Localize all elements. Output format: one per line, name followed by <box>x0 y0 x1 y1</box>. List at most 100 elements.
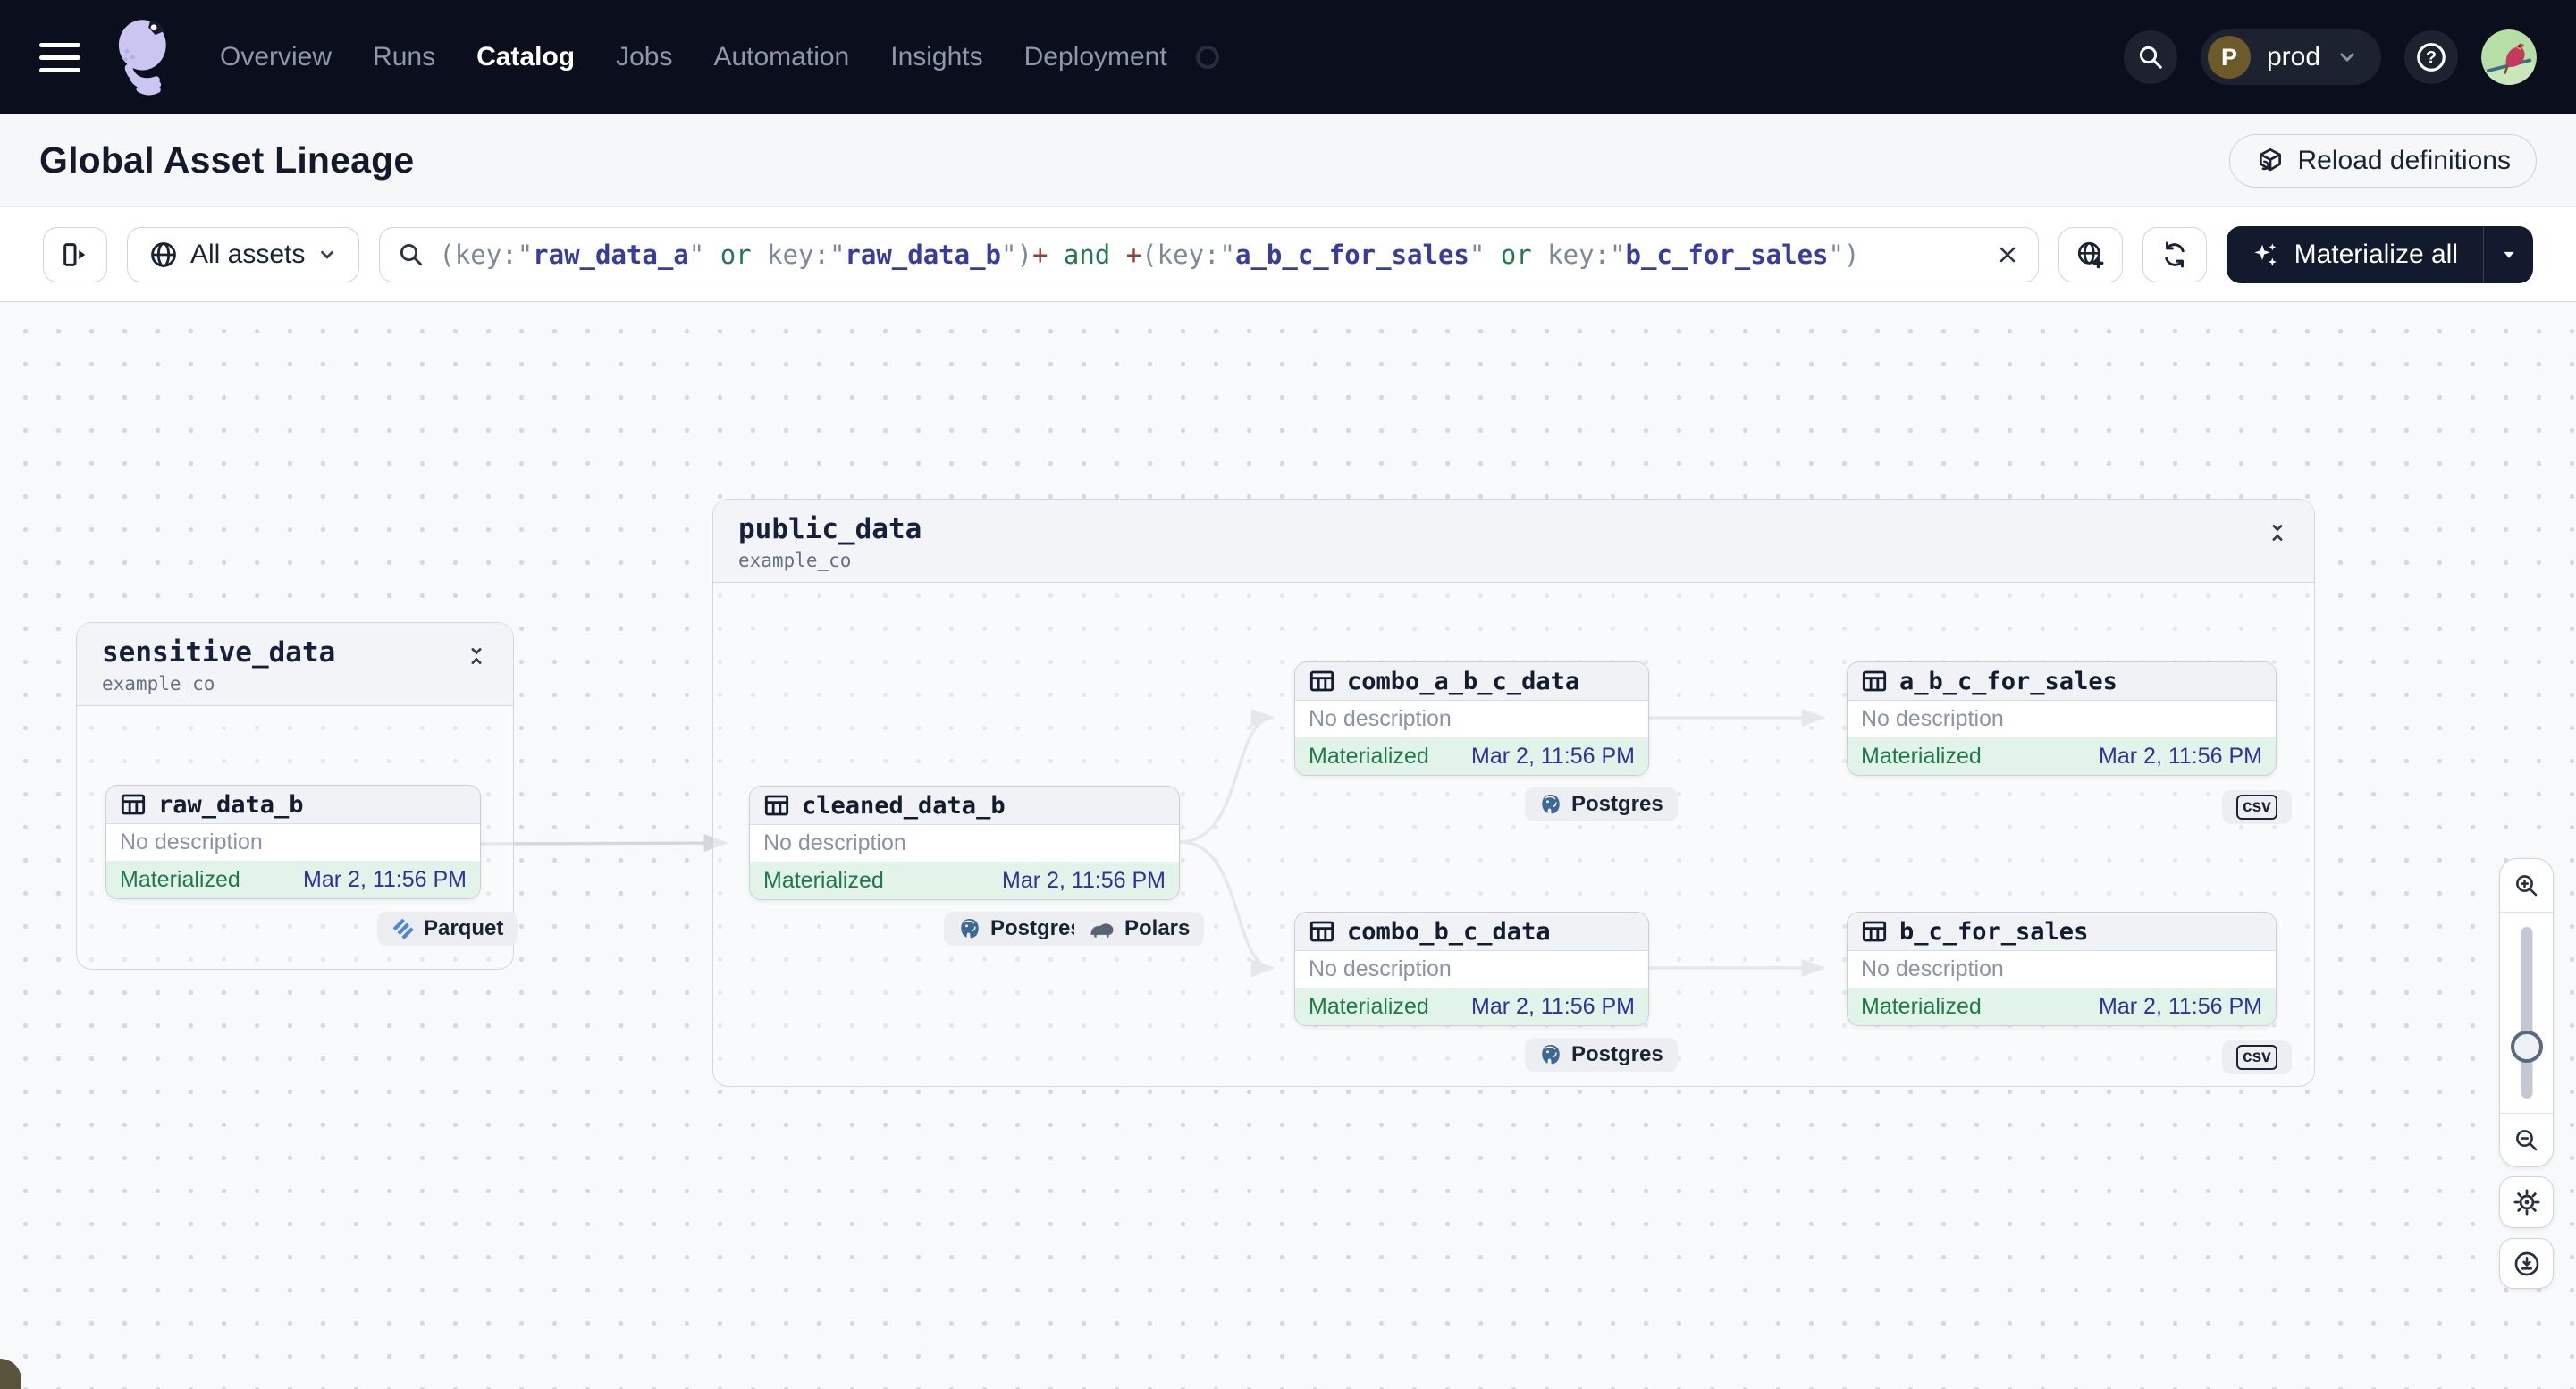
search-icon <box>2139 46 2162 69</box>
user-avatar[interactable] <box>2481 29 2537 85</box>
materialization-timestamp[interactable]: Mar 2, 11:56 PM <box>2099 744 2262 770</box>
csv-icon: csv <box>2236 1045 2277 1070</box>
sparkles-icon <box>2253 242 2277 266</box>
kind-badge-csv[interactable]: csv <box>2222 1040 2292 1074</box>
zoom-slider[interactable] <box>2500 913 2553 1113</box>
top-nav: Overview Runs Catalog Jobs Automation In… <box>0 0 2576 114</box>
globe-icon <box>151 241 176 267</box>
asset-node-raw-data-b[interactable]: raw_data_b No description Materialized Ma… <box>105 785 481 899</box>
asset-description: No description <box>106 824 480 861</box>
caret-down-icon <box>2503 251 2514 258</box>
zoom-out-icon <box>2515 1129 2537 1150</box>
reload-cube-icon <box>2259 147 2281 171</box>
status-badge: Materialized <box>763 867 884 893</box>
nav-item-jobs[interactable]: Jobs <box>616 42 672 72</box>
lineage-toolbar: All assets (key:"raw_data_a" or key:"raw… <box>0 207 2576 302</box>
asset-node-combo-a-b-c-data[interactable]: combo_a_b_c_data No description Material… <box>1294 661 1649 776</box>
group-name: public_data <box>738 513 922 545</box>
nav-item-runs[interactable]: Runs <box>373 42 435 72</box>
materialize-all-button[interactable]: Materialize all <box>2226 225 2533 283</box>
asset-name: cleaned_data_b <box>802 791 1006 820</box>
materialization-timestamp[interactable]: Mar 2, 11:56 PM <box>1002 868 1166 894</box>
zoom-slider-track[interactable] <box>2521 927 2532 1099</box>
asset-description: No description <box>750 825 1179 862</box>
status-badge: Materialized <box>1861 743 1982 769</box>
kind-badge-csv[interactable]: csv <box>2222 790 2292 824</box>
asset-node-a-b-c-for-sales[interactable]: a_b_c_for_sales No description Materiali… <box>1847 661 2277 776</box>
collapse-group-button[interactable] <box>465 637 488 679</box>
materialization-timestamp[interactable]: Mar 2, 11:56 PM <box>1471 994 1635 1020</box>
table-icon <box>1309 921 1334 942</box>
materialization-timestamp[interactable]: Mar 2, 11:56 PM <box>2099 994 2262 1020</box>
workspace-name: prod <box>2266 42 2320 72</box>
graph-settings-button[interactable] <box>2499 1176 2554 1228</box>
svg-text:?: ? <box>2426 48 2437 68</box>
download-icon <box>2514 1251 2538 1275</box>
page-title: Global Asset Lineage <box>39 139 415 181</box>
parquet-icon <box>392 918 414 939</box>
zoom-in-button[interactable] <box>2500 859 2553 913</box>
menu-icon[interactable] <box>39 42 80 72</box>
zoom-slider-thumb[interactable] <box>2510 1031 2543 1063</box>
gear-icon <box>2513 1189 2539 1216</box>
status-badge: Materialized <box>1309 993 1429 1019</box>
asset-node-combo-b-c-data[interactable]: combo_b_c_data No description Materializ… <box>1294 912 1649 1026</box>
close-icon <box>1999 247 2015 262</box>
open-sidebar-button[interactable] <box>43 226 107 282</box>
reload-definitions-label: Reload definitions <box>2297 145 2512 175</box>
postgres-icon <box>1542 1044 1560 1065</box>
badge-label: Postgres <box>1571 1042 1663 1066</box>
materialization-timestamp[interactable]: Mar 2, 11:56 PM <box>1471 744 1635 770</box>
asset-node-b-c-for-sales[interactable]: b_c_for_sales No description Materialize… <box>1847 912 2277 1026</box>
nav-item-catalog[interactable]: Catalog <box>476 42 575 72</box>
nav-item-insights[interactable]: Insights <box>890 42 982 72</box>
workspace-switcher[interactable]: P prod <box>2200 29 2381 85</box>
asset-filter-input[interactable]: (key:"raw_data_a" or key:"raw_data_b")+ … <box>379 226 2039 282</box>
materialize-all-main[interactable]: Materialize all <box>2227 226 2483 283</box>
kind-badge-postgres[interactable]: Postgres <box>1525 1038 1678 1072</box>
search-button[interactable] <box>2123 30 2177 84</box>
nav-item-automation[interactable]: Automation <box>713 42 849 72</box>
zoom-out-button[interactable] <box>2500 1113 2553 1166</box>
materialization-timestamp[interactable]: Mar 2, 11:56 PM <box>303 867 467 893</box>
lineage-canvas[interactable]: sensitive_data example_co public_data ex… <box>0 302 2576 1389</box>
badge-label: Postgres <box>990 916 1082 940</box>
asset-node-cleaned-data-b[interactable]: cleaned_data_b No description Materializ… <box>749 786 1180 900</box>
materialize-options-button[interactable] <box>2483 225 2533 283</box>
asset-description: No description <box>1295 701 1648 737</box>
reload-definitions-button[interactable]: Reload definitions <box>2228 133 2537 188</box>
workspace-avatar: P <box>2207 36 2251 79</box>
asset-description: No description <box>1295 951 1648 988</box>
clear-filter-button[interactable] <box>1995 242 2020 267</box>
badge-label: Postgres <box>1571 792 1663 816</box>
asset-description: No description <box>1848 701 2276 737</box>
chevron-down-icon <box>2340 53 2354 63</box>
zoom-in-icon <box>2515 874 2537 896</box>
view-global-lineage-button[interactable] <box>2058 226 2123 282</box>
asset-name: combo_b_c_data <box>1347 917 1551 946</box>
kind-badge-postgres[interactable]: Postgres <box>1525 787 1678 821</box>
asset-name: a_b_c_for_sales <box>1899 667 2117 695</box>
dagster-logo-icon[interactable] <box>107 16 181 98</box>
nav-right-cluster: P prod ? <box>2123 29 2537 85</box>
bird-avatar-icon <box>2481 29 2537 85</box>
refresh-icon <box>2164 240 2185 268</box>
globe-plus-icon <box>2077 241 2104 268</box>
nav-item-deployment[interactable]: Deployment <box>1024 42 1167 72</box>
table-icon <box>1309 670 1334 692</box>
nav-item-overview[interactable]: Overview <box>220 42 332 72</box>
refresh-button[interactable] <box>2142 226 2207 282</box>
download-graph-button[interactable] <box>2499 1238 2554 1289</box>
badge-label: Parquet <box>424 916 504 940</box>
collapse-group-button[interactable] <box>2266 514 2289 556</box>
collapse-icon <box>471 648 482 664</box>
help-button[interactable]: ? <box>2404 30 2458 84</box>
asset-name: raw_data_b <box>158 790 304 819</box>
asset-scope-dropdown[interactable]: All assets <box>127 226 360 282</box>
kind-badge-parquet[interactable]: Parquet <box>377 912 518 946</box>
postgres-icon <box>961 918 979 939</box>
group-location: example_co <box>102 672 215 694</box>
kind-badge-polars[interactable]: Polars <box>1074 912 1205 946</box>
zoom-control-panel <box>2499 858 2554 1167</box>
status-badge: Materialized <box>1861 993 1982 1019</box>
